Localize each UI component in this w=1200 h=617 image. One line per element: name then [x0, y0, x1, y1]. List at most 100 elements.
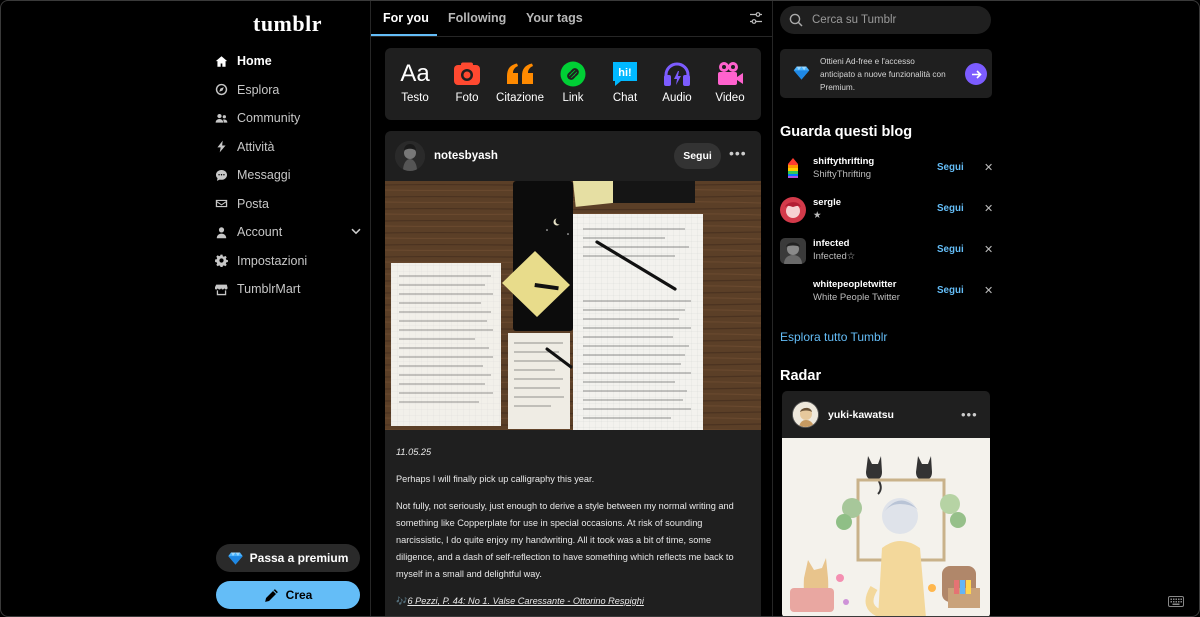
sidebar-item-tumblrmart[interactable]: TumblrMart	[213, 275, 363, 304]
post-type-label: Citazione	[496, 92, 544, 104]
post-type-video[interactable]: Video	[703, 60, 757, 104]
search-bar[interactable]	[780, 6, 991, 34]
rec-name: whitepeopletwitter	[813, 279, 897, 290]
radar-blog-name[interactable]: yuki-kawatsu	[828, 409, 894, 421]
avatar[interactable]	[780, 279, 806, 305]
search-icon	[789, 13, 803, 27]
sidebar-item-impostazioni[interactable]: Impostazioni	[213, 247, 363, 276]
create-label: Crea	[285, 588, 313, 602]
recommended-blog[interactable]: infected Infected☆ Segui ✕	[780, 235, 993, 271]
post-type-chat[interactable]: hi! Chat	[598, 60, 652, 104]
sidebar-item-messaggi[interactable]: Messaggi	[213, 161, 363, 190]
sidebar-item-label: TumblrMart	[237, 282, 301, 297]
rec-name: shiftythrifting	[813, 156, 875, 167]
arrow-right-icon[interactable]	[965, 63, 987, 85]
search-input[interactable]	[812, 14, 972, 26]
close-icon[interactable]: ✕	[984, 202, 993, 215]
community-icon	[213, 110, 229, 126]
sidebar-item-label: Home	[237, 54, 272, 69]
radar-illustration[interactable]	[782, 438, 990, 616]
tab-for-you[interactable]: For you	[383, 11, 429, 25]
sidebar-item-posta[interactable]: Posta	[213, 190, 363, 219]
keyboard-icon[interactable]	[1168, 596, 1184, 607]
chevron-down-icon[interactable]	[351, 226, 361, 238]
post-card: notesbyash Segui ••• 11.05.25 Perhaps I …	[385, 131, 761, 616]
follow-button[interactable]: Segui	[937, 203, 964, 214]
rec-subtitle: ShiftyThrifting	[813, 169, 872, 180]
post-type-bar: Aa Testo Foto Citazione Link hi! Chat Au…	[385, 48, 761, 120]
post-paragraph: Perhaps I will finally pick up calligrap…	[396, 474, 595, 484]
sidebar-item-label: Posta	[237, 196, 269, 211]
post-type-text[interactable]: Aa Testo	[388, 59, 442, 105]
rec-subtitle: Infected☆	[813, 251, 856, 262]
camera-icon	[440, 60, 494, 87]
premium-button[interactable]: Passa a premium	[216, 544, 360, 572]
tab-your-tags[interactable]: Your tags	[526, 11, 583, 25]
close-icon[interactable]: ✕	[984, 161, 993, 174]
sidebar-item-label: Messaggi	[237, 168, 291, 183]
home-icon	[213, 53, 229, 69]
compass-icon	[213, 82, 229, 98]
store-icon	[213, 281, 229, 297]
message-icon	[213, 167, 229, 183]
sidebar-item-label: Impostazioni	[237, 253, 308, 268]
post-photo[interactable]	[385, 181, 761, 430]
recommended-blog[interactable]: whitepeopletwitter White People Twitter …	[780, 276, 993, 312]
text-icon: Aa	[400, 59, 430, 87]
recommended-blog[interactable]: sergle ★ Segui ✕	[780, 194, 993, 230]
post-type-photo[interactable]: Foto	[440, 60, 494, 104]
post-type-label: Audio	[662, 92, 692, 104]
more-options-icon[interactable]: •••	[729, 145, 747, 161]
premium-promo[interactable]: Ottieni Ad-free e l'accesso anticipato a…	[780, 49, 992, 98]
post-type-link[interactable]: Link	[546, 60, 600, 104]
rec-name: infected	[813, 238, 850, 249]
avatar[interactable]	[395, 141, 425, 171]
sidebar-item-home[interactable]: Home	[213, 47, 363, 76]
recommended-blog[interactable]: shiftythrifting ShiftyThrifting Segui ✕	[780, 153, 993, 189]
music-link[interactable]: 6 Pezzi, P. 44: No 1. Valse Caressante -…	[407, 596, 643, 606]
quote-icon	[493, 60, 547, 87]
pencil-icon	[264, 588, 279, 603]
rec-name: sergle	[813, 197, 841, 208]
filter-icon[interactable]	[749, 11, 763, 25]
post-type-audio[interactable]: Audio	[650, 60, 704, 104]
sidebar-item-label: Community	[237, 111, 301, 126]
premium-label: Passa a premium	[249, 551, 349, 565]
avatar[interactable]	[780, 238, 806, 264]
follow-button[interactable]: Segui	[937, 285, 964, 296]
post-paragraph: Not fully, not seriously, just enough to…	[396, 501, 734, 579]
recommend-title: Guarda questi blog	[780, 124, 913, 140]
diamond-icon	[793, 66, 810, 85]
post-music-line: 🎶6 Pezzi, P. 44: No 1. Valse Caressante …	[396, 593, 750, 610]
post-type-label: Foto	[455, 92, 479, 104]
tumblr-logo[interactable]: tumblr	[253, 11, 322, 37]
sidebar-item-attivita[interactable]: Attività	[213, 133, 363, 162]
follow-button[interactable]: Segui	[937, 162, 964, 173]
avatar[interactable]	[792, 401, 819, 428]
sidebar-item-label: Account	[237, 225, 283, 240]
post-type-quote[interactable]: Citazione	[493, 60, 547, 104]
avatar[interactable]	[780, 156, 806, 182]
right-column: Ottieni Ad-free e l'accesso anticipato a…	[773, 1, 1199, 616]
follow-button[interactable]: Segui	[937, 244, 964, 255]
post-blog-name[interactable]: notesbyash	[434, 150, 498, 162]
post-type-label: Link	[562, 92, 584, 104]
active-tab-indicator	[371, 34, 437, 36]
feed-tabs: For you Following Your tags	[371, 1, 773, 37]
post-type-label: Video	[715, 92, 745, 104]
follow-button[interactable]: Segui	[674, 143, 721, 169]
sidebar: tumblr Home Esplora Community Attività M…	[1, 1, 371, 616]
more-options-icon[interactable]: •••	[961, 407, 978, 422]
tab-following[interactable]: Following	[448, 11, 506, 25]
avatar[interactable]	[780, 197, 806, 223]
explore-link[interactable]: Esplora tutto Tumblr	[780, 330, 887, 344]
sidebar-item-community[interactable]: Community	[213, 104, 363, 133]
promo-text: Ottieni Ad-free e l'accesso anticipato a…	[820, 57, 946, 92]
create-button[interactable]: Crea	[216, 581, 360, 609]
close-icon[interactable]: ✕	[984, 284, 993, 297]
close-icon[interactable]: ✕	[984, 243, 993, 256]
mail-icon	[213, 196, 229, 212]
sidebar-item-account[interactable]: Account	[213, 218, 363, 247]
chat-icon: hi!	[598, 60, 652, 87]
sidebar-item-esplora[interactable]: Esplora	[213, 76, 363, 105]
